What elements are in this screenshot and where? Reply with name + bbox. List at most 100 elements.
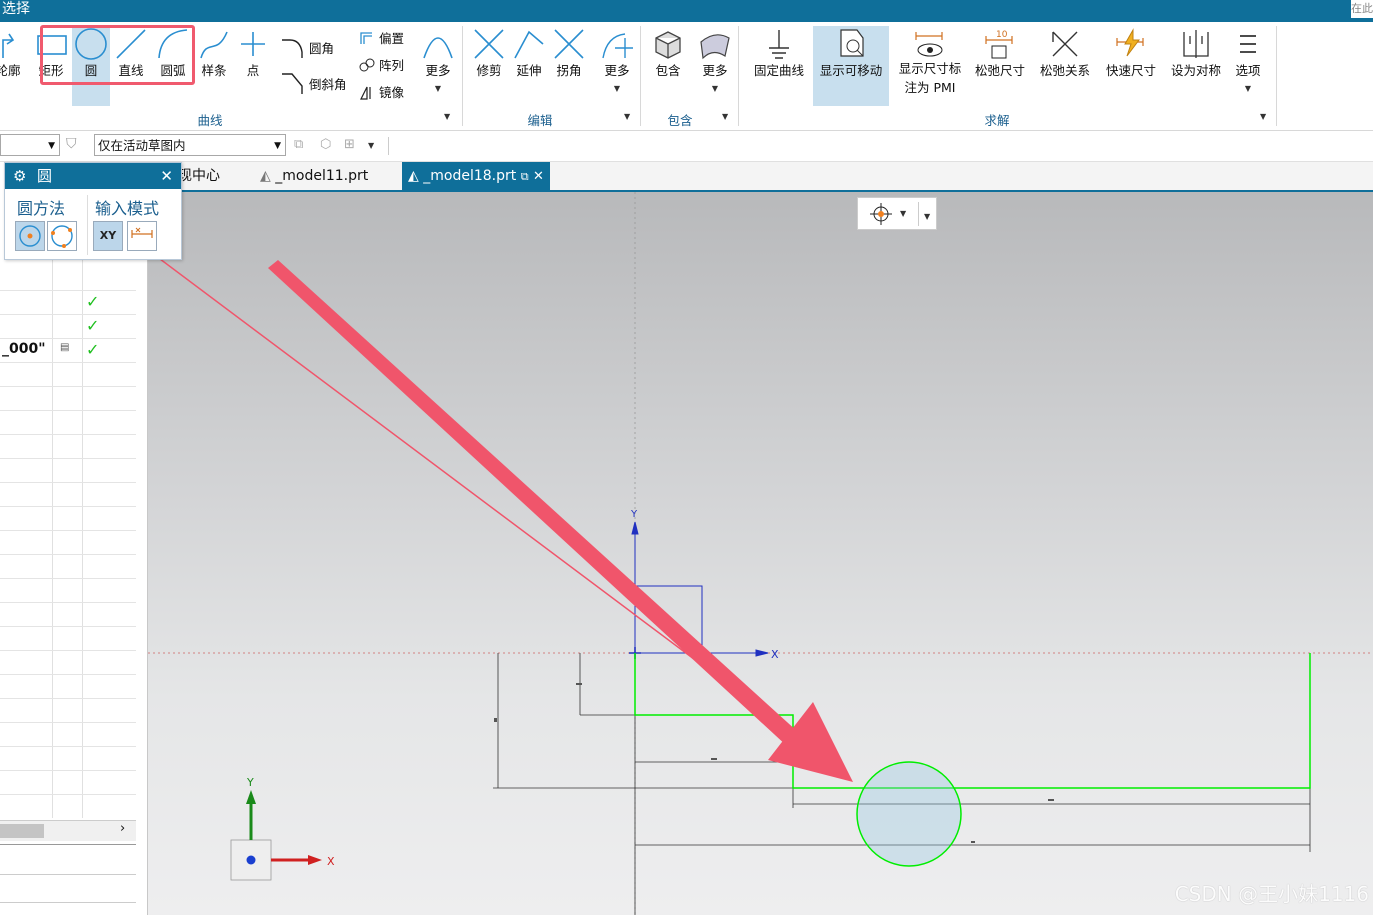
chevron-down-icon: ▼ <box>48 141 55 151</box>
include-group-dropdown-icon[interactable]: ▼ <box>722 112 728 121</box>
relax-dimension-button[interactable]: 10 松弛尺寸 <box>970 28 1030 86</box>
list-item[interactable] <box>0 746 136 771</box>
relax-relation-button[interactable]: 松弛关系 <box>1034 28 1096 86</box>
pattern-button[interactable]: 阵列 <box>358 55 404 74</box>
edit-more-button[interactable]: 更多 ▼ <box>598 28 636 102</box>
curve-more-button[interactable]: 更多 ▼ <box>420 28 456 102</box>
trim-button[interactable]: 修剪 <box>470 28 508 86</box>
curve-group-dropdown-icon[interactable]: ▼ <box>444 112 450 121</box>
point-label: 点 <box>246 63 260 78</box>
sketch-circle[interactable] <box>856 761 962 867</box>
document-tab-bar: 发现中心 ◭ _model11.prt ◭ _model18.prt ⧉ ✕ <box>148 162 1373 192</box>
symmetric-icon <box>1183 30 1209 58</box>
list-item[interactable] <box>0 386 136 411</box>
fillet-icon <box>282 39 303 58</box>
tab-model11[interactable]: ◭ _model11.prt <box>254 162 374 190</box>
list-item[interactable] <box>0 482 136 507</box>
rapid-dimension-button[interactable]: 快速尺寸 <box>1100 28 1162 86</box>
list-item[interactable] <box>0 434 136 459</box>
profile-button[interactable]: 轮廓 <box>0 28 28 86</box>
left-navigator-panel: ✓ ✓ _000" ▤ ✓ › <box>0 162 148 915</box>
list-item[interactable] <box>0 650 136 675</box>
close-icon[interactable]: ✕ <box>160 163 173 189</box>
offset-button[interactable]: 偏置 <box>358 28 404 47</box>
relax-relation-icon <box>1052 31 1078 57</box>
chevron-down-icon: ▼ <box>274 141 281 151</box>
horizontal-scrollbar[interactable]: › <box>0 820 136 841</box>
parameter-input-mode-button[interactable] <box>127 221 157 251</box>
list-item[interactable]: ✓ <box>0 290 136 315</box>
list-item[interactable] <box>0 722 136 747</box>
sketch-profile[interactable] <box>634 653 1311 789</box>
fillet-button[interactable]: 圆角 <box>280 36 334 58</box>
tab-label: _model18.prt <box>423 168 517 184</box>
graphics-canvas[interactable]: Y X Y X CSDN @王小妹1116 <box>148 192 1373 915</box>
options-button[interactable]: 选项 ▼ <box>1228 28 1268 102</box>
select-feature-icon[interactable]: ⧉ <box>294 137 303 152</box>
list-item[interactable] <box>0 698 136 723</box>
chamfer-label: 倒斜角 <box>309 76 347 92</box>
list-item[interactable] <box>0 530 136 555</box>
include-button[interactable]: 包含 <box>648 28 688 86</box>
list-item[interactable] <box>0 770 136 795</box>
list-item[interactable] <box>0 602 136 627</box>
list-item[interactable] <box>0 554 136 579</box>
circle-method-label: 圆方法 <box>17 199 66 218</box>
select-add-icon[interactable]: ⊞ <box>344 137 355 152</box>
list-item[interactable] <box>0 626 136 651</box>
snap-point-dropdown[interactable]: ▼ ▼ <box>857 197 937 230</box>
center-radius-method-button[interactable] <box>15 221 45 251</box>
list-item[interactable] <box>0 578 136 603</box>
list-item[interactable] <box>0 410 136 435</box>
chevron-right-icon[interactable]: › <box>120 821 125 836</box>
type-filter-dropdown[interactable]: ▼ <box>0 134 60 156</box>
chevron-down-icon[interactable]: ▼ <box>924 212 930 221</box>
surface-icon <box>700 34 730 60</box>
check-icon: ✓ <box>86 340 100 359</box>
chevron-down-icon[interactable]: ▼ <box>900 209 906 218</box>
solve-group-dropdown-icon[interactable]: ▼ <box>1260 112 1266 121</box>
title-right-fragment: 在此 <box>1351 0 1373 18</box>
edit-group-label: 编辑 <box>527 113 553 128</box>
mirror-button[interactable]: 镜像 <box>358 82 404 101</box>
show-movable-button[interactable]: 显示可移动 <box>813 26 889 106</box>
list-item[interactable] <box>0 266 136 291</box>
include-group-label: 包含 <box>667 113 693 128</box>
list-item[interactable] <box>0 506 136 531</box>
gear-icon[interactable]: ⚙ <box>13 163 26 189</box>
show-dim-pmi-button[interactable]: 显示尺寸标 注为 PMI <box>893 28 967 106</box>
scope-dropdown[interactable]: 仅在活动草图内 ▼ <box>94 134 286 156</box>
edit-group-dropdown-icon[interactable]: ▼ <box>624 112 630 121</box>
spline-button[interactable]: 样条 <box>196 28 232 86</box>
list-item[interactable] <box>0 674 136 699</box>
point-button[interactable]: 点 <box>236 28 270 86</box>
toolbar-divider <box>388 137 389 155</box>
set-symmetric-button[interactable]: 设为对称 <box>1165 28 1227 86</box>
fix-curve-button[interactable]: 固定曲线 <box>748 28 810 86</box>
close-icon[interactable]: ✕ <box>533 169 544 184</box>
filter-icon[interactable]: ⛉ <box>66 136 77 152</box>
list-item[interactable] <box>0 458 136 483</box>
title-text: 选择 <box>2 1 30 17</box>
select-body-icon[interactable]: ⬡ <box>320 137 331 152</box>
chevron-down-icon[interactable]: ▼ <box>368 141 374 150</box>
dialog-title: 圆 <box>37 167 53 185</box>
list-item[interactable]: ✓ <box>0 314 136 339</box>
corner-button[interactable]: 拐角 <box>550 28 588 86</box>
part-file-icon: ◭ <box>260 168 271 184</box>
list-item[interactable]: _000" ▤ ✓ <box>0 338 136 363</box>
include-more-button[interactable]: 更多 ▼ <box>696 28 734 102</box>
pattern-icon <box>359 58 375 71</box>
include-more-label: 更多 <box>702 63 728 78</box>
extend-button[interactable]: 延伸 <box>510 28 548 86</box>
three-point-method-button[interactable] <box>47 221 77 251</box>
chamfer-button[interactable]: 倒斜角 <box>280 72 347 94</box>
dimension-marks <box>494 683 1054 843</box>
trim-icon <box>474 29 504 59</box>
list-item[interactable] <box>0 362 136 387</box>
tab-model18[interactable]: ◭ _model18.prt ⧉ ✕ <box>402 162 550 190</box>
undock-icon[interactable]: ⧉ <box>521 170 529 183</box>
scrollbar-thumb[interactable] <box>0 824 44 838</box>
xy-input-mode-button[interactable]: XY <box>93 221 123 251</box>
offset-icon <box>360 31 372 44</box>
